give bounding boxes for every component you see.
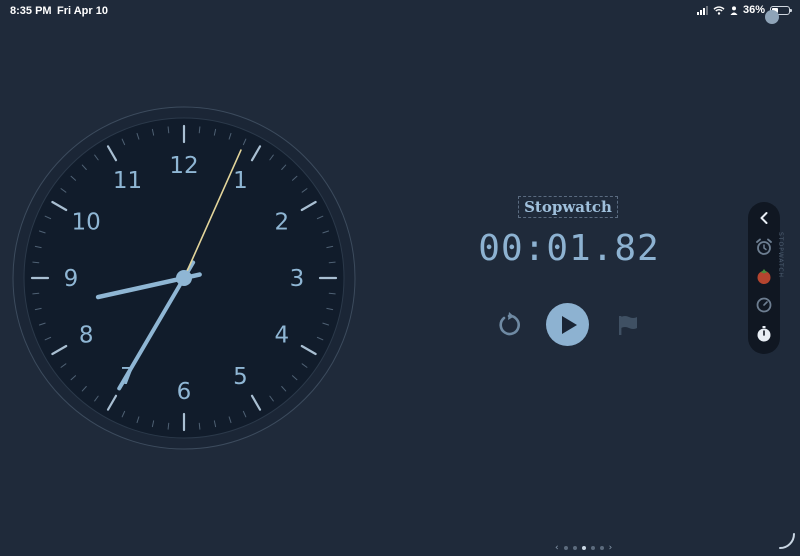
chevron-left-icon [760, 212, 768, 224]
stopwatch-icon [757, 326, 771, 342]
page-dot[interactable] [572, 546, 577, 550]
clock-numeral: 5 [233, 364, 248, 390]
clock-numeral: 6 [177, 379, 192, 405]
sidebar-item-timer[interactable] [754, 295, 774, 315]
resize-handle-icon[interactable] [778, 532, 796, 550]
minute-tick [167, 422, 170, 430]
minute-tick [167, 126, 170, 134]
page-dot[interactable] [581, 546, 586, 550]
page-dot[interactable] [590, 546, 595, 550]
wifi-icon [713, 5, 725, 15]
sidebar-item-stopwatch[interactable] [754, 324, 774, 344]
start-button[interactable] [546, 303, 589, 346]
collapse-panel-button[interactable] [754, 208, 774, 228]
clock-numeral: 1 [233, 168, 248, 194]
page-indicator[interactable]: ‹ › [555, 544, 613, 553]
sidebar-item-pomodoro[interactable] [754, 266, 774, 286]
elapsed-time-display: 00:01.82 [478, 228, 660, 269]
sidebar-item-alarm[interactable] [754, 237, 774, 257]
side-panel-vertical-label: STOPWATCH [777, 232, 784, 279]
cellular-signal-icon [696, 5, 708, 15]
page-dot[interactable] [563, 546, 568, 550]
play-icon [562, 316, 577, 334]
minute-tick [198, 422, 201, 430]
minute-tick [32, 292, 40, 295]
reset-icon [499, 312, 520, 336]
chevron-left-icon[interactable]: ‹ [555, 544, 559, 553]
minute-tick [328, 261, 336, 264]
alarm-clock-icon [756, 238, 772, 255]
clock-numeral: 4 [275, 323, 290, 349]
minute-tick [32, 261, 40, 264]
tomato-icon [757, 269, 771, 284]
lap-button[interactable] [616, 313, 640, 337]
person-icon [730, 5, 738, 15]
side-panel [748, 202, 780, 354]
battery-percent: 36% [742, 4, 765, 16]
page-dot[interactable] [599, 546, 604, 550]
clock-numeral: 8 [79, 323, 94, 349]
stopwatch-title[interactable]: Stopwatch [518, 196, 618, 218]
info-dot-icon[interactable] [765, 10, 779, 24]
minute-tick [328, 292, 336, 295]
status-bar: 8:35 PM Fri Apr 10 36% [0, 0, 800, 22]
chevron-right-icon[interactable]: › [609, 544, 613, 553]
reset-button[interactable] [496, 312, 522, 338]
status-time: 8:35 PM [10, 5, 52, 17]
clock-numeral: 3 [290, 266, 305, 292]
clock-numeral: 9 [64, 266, 79, 292]
analog-clock: 121234567891011 [12, 106, 356, 450]
flag-icon [619, 316, 637, 335]
clock-center-cap [176, 270, 192, 286]
clock-numeral: 10 [71, 210, 100, 236]
clock-numeral: 11 [113, 168, 142, 194]
timer-icon [756, 297, 772, 313]
minute-tick [198, 126, 201, 134]
clock-numeral: 2 [275, 210, 290, 236]
status-date: Fri Apr 10 [57, 5, 108, 17]
clock-numeral: 12 [169, 153, 198, 179]
